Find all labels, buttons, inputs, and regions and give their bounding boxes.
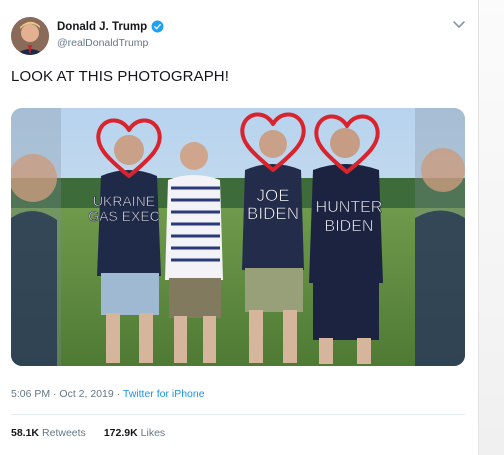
- tweet-source-link[interactable]: Twitter for iPhone: [123, 388, 205, 400]
- side-figure-left: [11, 108, 61, 366]
- tweet-card[interactable]: Donald J. Trump @realDonaldTrump LOOK AT…: [0, 0, 479, 455]
- meta-separator: ·: [113, 388, 123, 400]
- label-mid-line2: BIDEN: [247, 204, 299, 223]
- adjacent-panel-edge: [479, 0, 504, 455]
- likes-stat[interactable]: 172.9K Likes: [104, 427, 165, 439]
- retweets-stat[interactable]: 58.1K Retweets: [11, 427, 86, 439]
- author-handle[interactable]: @realDonaldTrump: [57, 37, 148, 49]
- tweet-text: LOOK AT THIS PHOTOGRAPH!: [11, 68, 230, 85]
- avatar[interactable]: [11, 17, 49, 55]
- label-left-line2: GAS EXEC: [88, 208, 160, 224]
- tweet-stats: 58.1K Retweets 172.9K Likes: [11, 427, 165, 439]
- tweet-photo[interactable]: UKRAINE GAS EXEC JOE BIDEN HUNTER BIDEN: [11, 108, 465, 366]
- retweets-count: 58.1K: [11, 427, 40, 439]
- retweets-label: Retweets: [42, 427, 86, 439]
- label-mid-line1: JOE: [256, 186, 289, 205]
- side-figure-right: [415, 108, 465, 366]
- verified-badge-icon: [151, 20, 164, 33]
- label-left-line1: UKRAINE: [93, 193, 155, 209]
- label-right-line1: HUNTER: [316, 199, 383, 216]
- author-row: Donald J. Trump: [57, 20, 164, 33]
- screenshot-stage: Donald J. Trump @realDonaldTrump LOOK AT…: [0, 0, 504, 455]
- tweet-meta: 5:06 PM · Oct 2, 2019 · Twitter for iPho…: [11, 388, 205, 400]
- author-name[interactable]: Donald J. Trump: [57, 21, 147, 33]
- tweet-time[interactable]: 5:06 PM · Oct 2, 2019: [11, 388, 114, 400]
- label-right-line2: BIDEN: [325, 218, 374, 235]
- divider: [11, 414, 465, 415]
- chevron-down-icon[interactable]: [452, 20, 466, 30]
- likes-label: Likes: [140, 427, 166, 439]
- likes-count: 172.9K: [103, 427, 138, 439]
